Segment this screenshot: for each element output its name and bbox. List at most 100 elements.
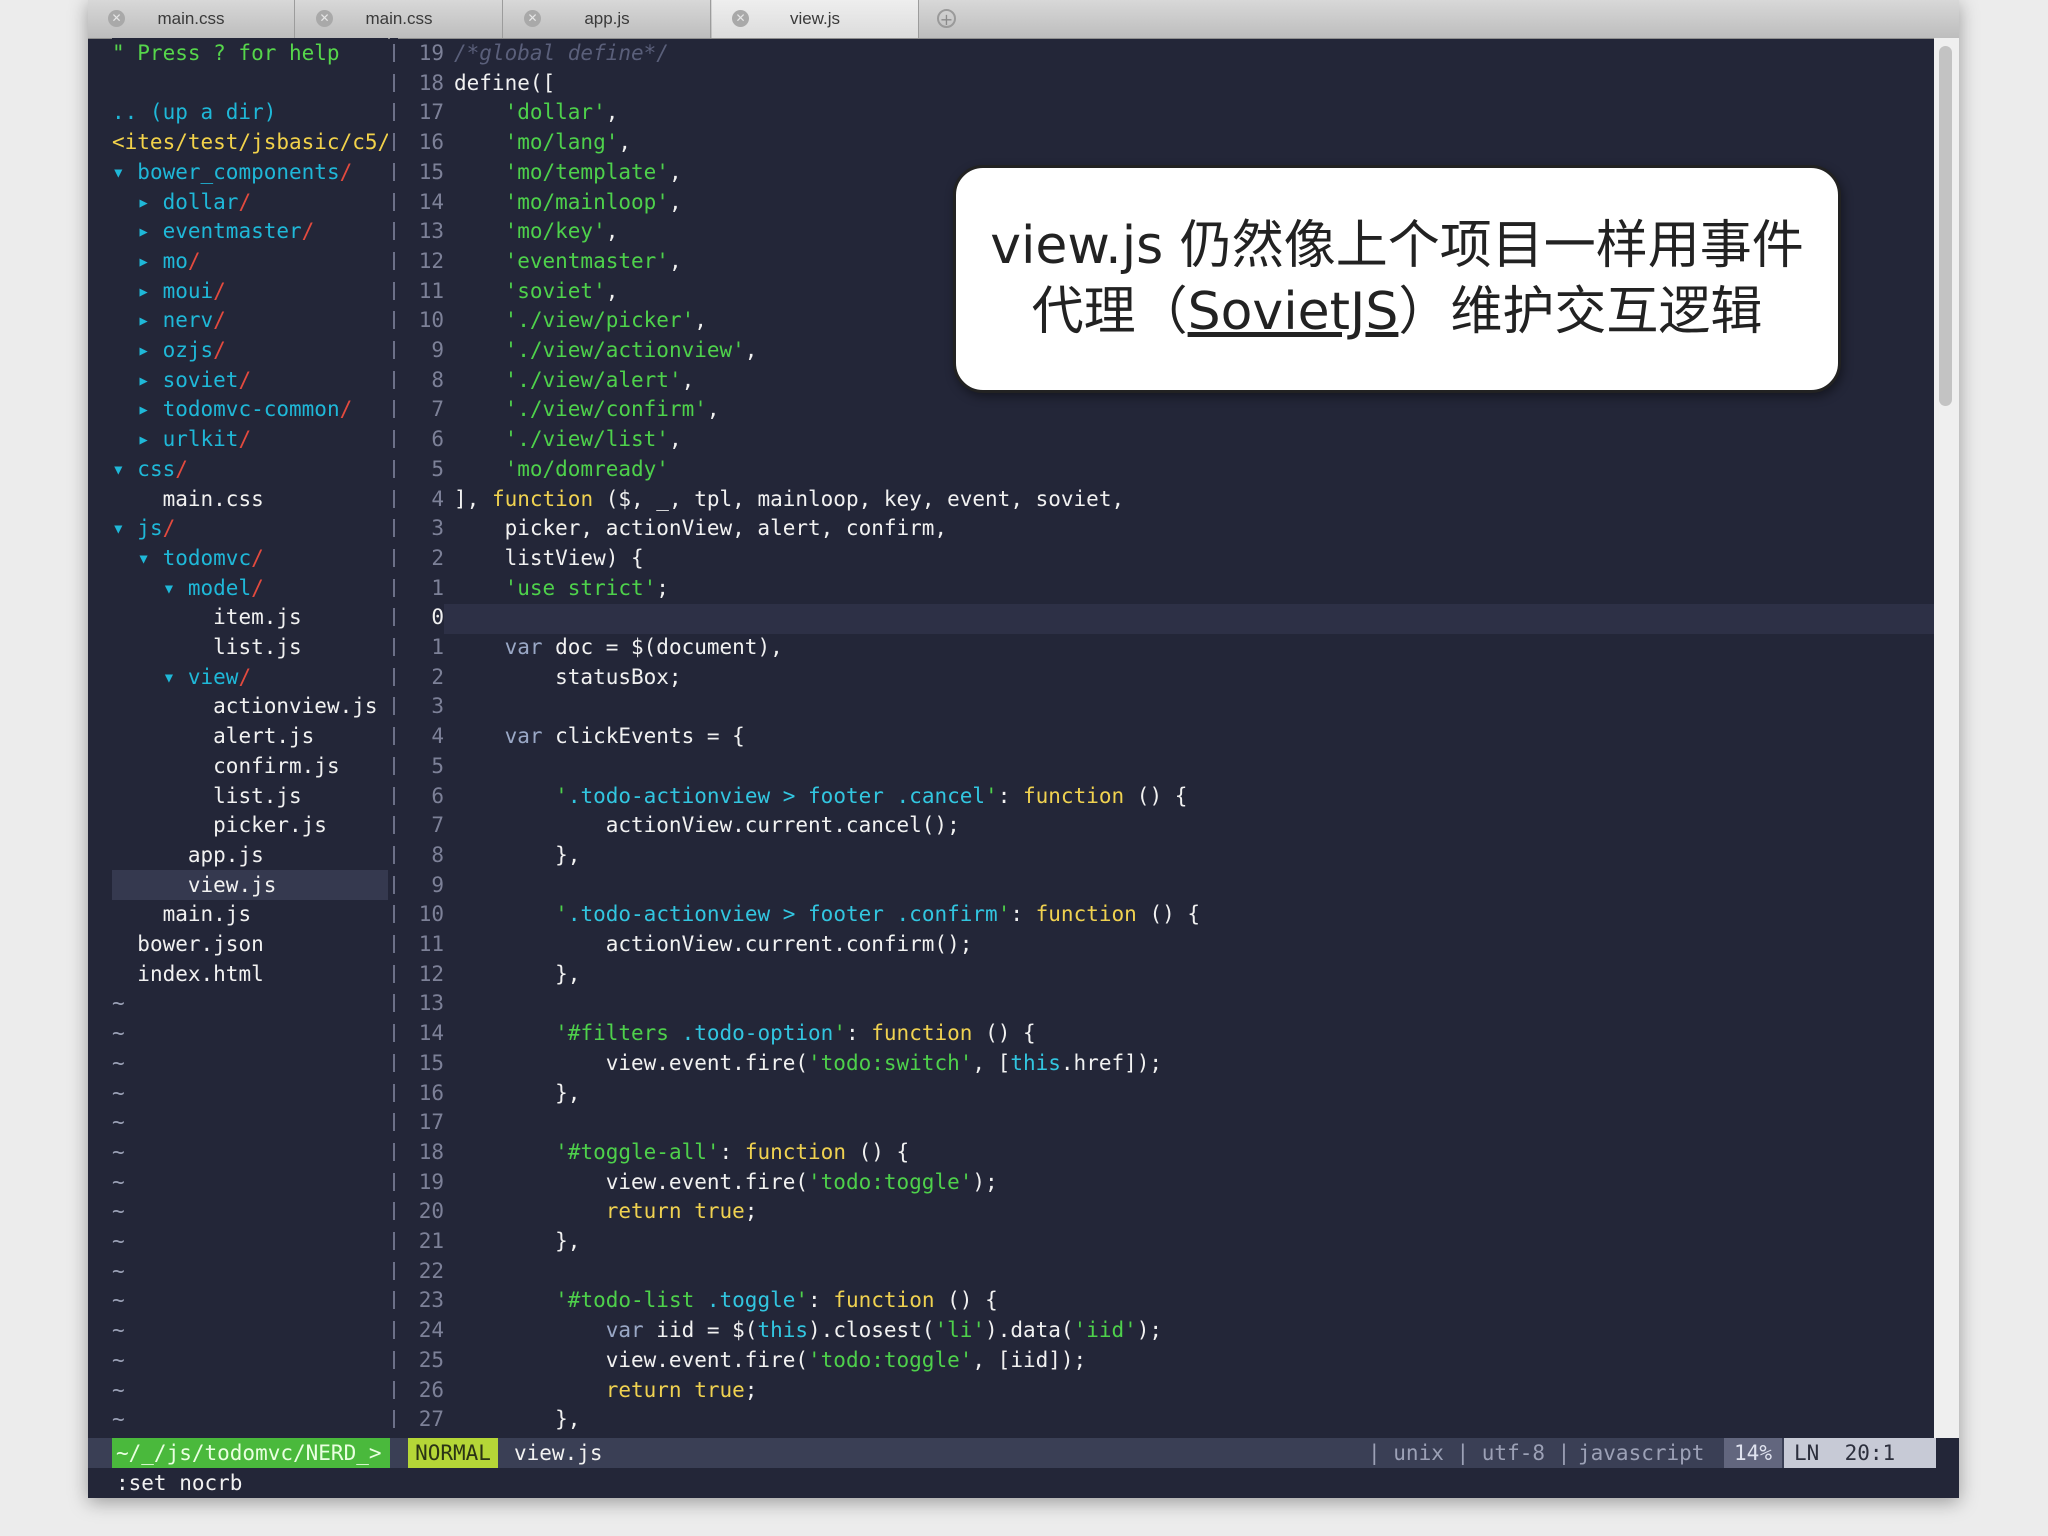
tree-dir[interactable]: ▸ moui/ [112, 276, 226, 306]
empty-line-tilde: ~ [112, 1345, 125, 1375]
close-icon[interactable]: ✕ [108, 10, 125, 27]
line-number: 7 [431, 813, 444, 838]
tab-main-css[interactable]: ✕ main.css [88, 0, 295, 38]
tree-dir[interactable]: ▾ todomvc/ [112, 543, 263, 573]
tree-file[interactable]: alert.js [112, 721, 314, 751]
code-line: 'mo/lang', [454, 127, 631, 157]
tree-dir[interactable]: ▸ todomvc-common/ [112, 394, 352, 424]
caret-right-icon[interactable]: ▸ [137, 279, 162, 303]
folder-name: soviet [162, 367, 239, 392]
code-line: }, [454, 1078, 580, 1108]
code-line: './view/list', [454, 424, 682, 454]
code-token: ' [795, 1288, 809, 1313]
up-dir-link[interactable]: .. (up a dir) [112, 100, 276, 124]
tree-dir[interactable]: ▸ ozjs/ [112, 335, 226, 365]
caret-right-icon[interactable]: ▸ [137, 249, 162, 273]
code-line: view.event.fire('todo:toggle'); [454, 1167, 998, 1197]
sovietjs-link[interactable]: SovietJS [1188, 282, 1399, 342]
close-icon[interactable]: ✕ [524, 10, 541, 27]
tree-file[interactable]: view.js [112, 869, 388, 900]
caret-right-icon[interactable]: ▸ [137, 190, 162, 214]
caret-right-icon[interactable]: ▸ [137, 219, 162, 243]
tilde-marker: ~ [112, 1288, 125, 1313]
tree-dir[interactable]: ▸ nerv/ [112, 305, 226, 335]
caret-down-icon[interactable]: ▾ [112, 457, 137, 481]
code-token: ; [744, 1199, 758, 1224]
code-line: define([ [454, 68, 555, 98]
tab-label: main.css [365, 9, 433, 28]
nerdtree-panel[interactable]: " Press ? for help .. (up a dir) <ites/tes… [112, 38, 388, 1438]
tree-dir[interactable]: ▾ js/ [112, 513, 175, 543]
caret-right-icon[interactable]: ▸ [137, 308, 162, 332]
tilde-marker: ~ [112, 1258, 125, 1283]
tree-file[interactable]: app.js [112, 840, 264, 870]
caret-down-icon[interactable]: ▾ [137, 546, 162, 570]
split-bar-segment [393, 1083, 395, 1102]
code-token: , [694, 308, 707, 333]
line-number: 10 [418, 902, 444, 927]
code-token: './view/alert' [504, 367, 682, 392]
caret-down-icon[interactable]: ▾ [163, 665, 188, 689]
tree-dir[interactable]: ▸ soviet/ [112, 365, 251, 395]
code-line: '.todo-actionview > footer .cancel': fun… [454, 781, 1187, 811]
tree-file[interactable]: confirm.js [112, 751, 339, 781]
tab-label: view.js [789, 9, 841, 28]
tilde-marker: ~ [112, 1080, 125, 1105]
tree-dir[interactable]: ▾ bower_components/ [112, 157, 352, 187]
caret-down-icon[interactable]: ▾ [112, 160, 137, 184]
tab-main-css[interactable]: ✕ main.css [296, 0, 503, 38]
tilde-marker: ~ [112, 1050, 125, 1075]
caret-right-icon[interactable]: ▸ [137, 368, 162, 392]
file-indent [112, 962, 137, 986]
tree-file[interactable]: main.js [112, 899, 252, 929]
code-line: }, [454, 1226, 580, 1256]
line-number: 6 [431, 783, 444, 808]
tree-dir[interactable]: ▸ mo/ [112, 246, 200, 276]
tree-file[interactable]: list.js [112, 781, 302, 811]
tree-file[interactable]: list.js [112, 632, 302, 662]
caret-right-icon[interactable]: ▸ [137, 427, 162, 451]
split-bar-segment [393, 816, 395, 835]
file-name: app.js [187, 842, 264, 867]
tab-view-js[interactable]: ✕ view.js [712, 0, 919, 38]
tree-dir[interactable]: ▸ urlkit/ [112, 424, 251, 454]
scrollbar-thumb[interactable] [1939, 46, 1952, 406]
tree-file[interactable]: bower.json [112, 929, 263, 959]
tree-dir[interactable]: ▾ css/ [112, 454, 188, 484]
close-icon[interactable]: ✕ [316, 10, 333, 27]
line-number: 4 [431, 486, 444, 511]
caret-down-icon[interactable]: ▾ [112, 516, 137, 540]
tree-file[interactable]: index.html [112, 959, 263, 989]
empty-line-tilde: ~ [112, 1196, 125, 1226]
caret-right-icon[interactable]: ▸ [137, 338, 162, 362]
tree-file[interactable]: actionview.js [112, 691, 377, 721]
tree-file[interactable]: main.css [112, 484, 264, 514]
code-line: 'mo/mainloop', [454, 187, 682, 217]
tree-up-dir[interactable]: .. (up a dir) [112, 97, 276, 127]
split-bar-segment [393, 756, 395, 775]
caret-right-icon[interactable]: ▸ [137, 397, 162, 421]
tree-dir[interactable]: ▸ eventmaster/ [112, 216, 314, 246]
tree-dir[interactable]: ▸ dollar/ [112, 187, 251, 217]
line-number: 9 [431, 872, 444, 897]
folder-name: model [187, 575, 252, 600]
code-line: return true; [454, 1375, 758, 1405]
command-line[interactable]: :set nocrb [88, 1468, 1959, 1498]
tree-dir[interactable]: ▾ view/ [112, 662, 252, 692]
tree-dir[interactable]: ▾ model/ [112, 573, 264, 603]
tree-file[interactable]: picker.js [112, 810, 327, 840]
code-token: : [719, 1139, 745, 1164]
caret-down-icon[interactable]: ▾ [163, 576, 188, 600]
tab-app-js[interactable]: ✕ app.js [504, 0, 711, 38]
code-token: }, [454, 1407, 581, 1432]
tilde-marker: ~ [112, 1021, 125, 1046]
code-token: function [744, 1139, 846, 1164]
plus-icon[interactable]: + [937, 9, 956, 29]
close-icon[interactable]: ✕ [732, 10, 749, 27]
code-token: , [605, 100, 619, 125]
tree-file[interactable]: item.js [112, 602, 302, 632]
